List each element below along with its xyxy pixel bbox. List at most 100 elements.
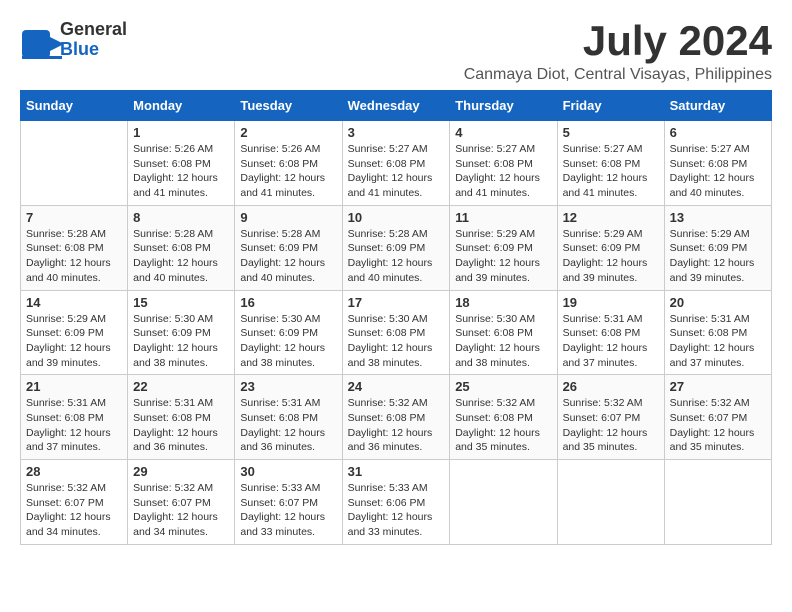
day-number: 30 — [240, 464, 336, 479]
logo-icon — [20, 22, 56, 58]
calendar-cell: 15 Sunrise: 5:30 AMSunset: 6:09 PMDayligh… — [128, 290, 235, 375]
month-title: July 2024 — [464, 20, 772, 62]
calendar-cell: 2 Sunrise: 5:26 AMSunset: 6:08 PMDaylight… — [235, 121, 342, 206]
cell-content: Sunrise: 5:33 AMSunset: 6:06 PMDaylight:… — [348, 481, 445, 540]
calendar-cell: 8 Sunrise: 5:28 AMSunset: 6:08 PMDaylight… — [128, 205, 235, 290]
cell-content: Sunrise: 5:27 AMSunset: 6:08 PMDaylight:… — [455, 142, 551, 201]
cell-content: Sunrise: 5:30 AMSunset: 6:09 PMDaylight:… — [240, 312, 336, 371]
page-header: General Blue July 2024 Canmaya Diot, Cen… — [20, 20, 772, 84]
calendar-cell: 12 Sunrise: 5:29 AMSunset: 6:09 PMDayligh… — [557, 205, 664, 290]
day-number: 12 — [563, 210, 659, 225]
header-friday: Friday — [557, 91, 664, 121]
calendar-cell: 16 Sunrise: 5:30 AMSunset: 6:09 PMDayligh… — [235, 290, 342, 375]
day-number: 16 — [240, 295, 336, 310]
calendar-cell: 13 Sunrise: 5:29 AMSunset: 6:09 PMDayligh… — [664, 205, 771, 290]
calendar-cell: 23Sunrise: 5:31 AMSunset: 6:08 PMDayligh… — [235, 375, 342, 460]
calendar-cell: 1 Sunrise: 5:26 AMSunset: 6:08 PMDaylight… — [128, 121, 235, 206]
cell-content: Sunrise: 5:30 AMSunset: 6:08 PMDaylight:… — [455, 312, 551, 371]
cell-content: Sunrise: 5:29 AMSunset: 6:09 PMDaylight:… — [563, 227, 659, 286]
header-thursday: Thursday — [450, 91, 557, 121]
cell-content: Sunrise: 5:27 AMSunset: 6:08 PMDaylight:… — [563, 142, 659, 201]
cell-content: Sunrise: 5:31 AMSunset: 6:08 PMDaylight:… — [133, 396, 229, 455]
calendar-cell: 31 Sunrise: 5:33 AMSunset: 6:06 PMDayligh… — [342, 460, 450, 545]
day-number: 31 — [348, 464, 445, 479]
calendar-cell: 26 Sunrise: 5:32 AMSunset: 6:07 PMDayligh… — [557, 375, 664, 460]
day-number: 8 — [133, 210, 229, 225]
day-number: 9 — [240, 210, 336, 225]
cell-content: Sunrise: 5:32 AMSunset: 6:07 PMDaylight:… — [670, 396, 766, 455]
calendar-week-2: 7 Sunrise: 5:28 AMSunset: 6:08 PMDaylight… — [21, 205, 772, 290]
calendar-cell: 20Sunrise: 5:31 AMSunset: 6:08 PMDayligh… — [664, 290, 771, 375]
cell-content: Sunrise: 5:28 AMSunset: 6:08 PMDaylight:… — [133, 227, 229, 286]
day-number: 21 — [26, 379, 122, 394]
day-number: 25 — [455, 379, 551, 394]
day-number: 19 — [563, 295, 659, 310]
cell-content: Sunrise: 5:28 AMSunset: 6:08 PMDaylight:… — [26, 227, 122, 286]
calendar-table: SundayMondayTuesdayWednesdayThursdayFrid… — [20, 90, 772, 545]
header-monday: Monday — [128, 91, 235, 121]
cell-content: Sunrise: 5:29 AMSunset: 6:09 PMDaylight:… — [455, 227, 551, 286]
cell-content: Sunrise: 5:26 AMSunset: 6:08 PMDaylight:… — [240, 142, 336, 201]
cell-content: Sunrise: 5:32 AMSunset: 6:07 PMDaylight:… — [26, 481, 122, 540]
cell-content: Sunrise: 5:29 AMSunset: 6:09 PMDaylight:… — [26, 312, 122, 371]
day-number: 22 — [133, 379, 229, 394]
day-number: 23 — [240, 379, 336, 394]
header-tuesday: Tuesday — [235, 91, 342, 121]
calendar-cell: 4 Sunrise: 5:27 AMSunset: 6:08 PMDaylight… — [450, 121, 557, 206]
calendar-cell: 29Sunrise: 5:32 AMSunset: 6:07 PMDayligh… — [128, 460, 235, 545]
cell-content: Sunrise: 5:31 AMSunset: 6:08 PMDaylight:… — [563, 312, 659, 371]
calendar-cell: 3Sunrise: 5:27 AMSunset: 6:08 PMDaylight… — [342, 121, 450, 206]
calendar-cell — [450, 460, 557, 545]
location-title: Canmaya Diot, Central Visayas, Philippin… — [464, 66, 772, 84]
cell-content: Sunrise: 5:28 AMSunset: 6:09 PMDaylight:… — [240, 227, 336, 286]
title-area: July 2024 Canmaya Diot, Central Visayas,… — [464, 20, 772, 84]
calendar-cell: 28Sunrise: 5:32 AMSunset: 6:07 PMDayligh… — [21, 460, 128, 545]
calendar-cell: 5 Sunrise: 5:27 AMSunset: 6:08 PMDaylight… — [557, 121, 664, 206]
day-number: 15 — [133, 295, 229, 310]
day-number: 5 — [563, 125, 659, 140]
calendar-cell: 14 Sunrise: 5:29 AMSunset: 6:09 PMDayligh… — [21, 290, 128, 375]
logo-text: General Blue — [60, 20, 127, 60]
cell-content: Sunrise: 5:30 AMSunset: 6:09 PMDaylight:… — [133, 312, 229, 371]
day-number: 6 — [670, 125, 766, 140]
calendar-week-4: 21 Sunrise: 5:31 AMSunset: 6:08 PMDayligh… — [21, 375, 772, 460]
calendar-cell: 22 Sunrise: 5:31 AMSunset: 6:08 PMDayligh… — [128, 375, 235, 460]
header-wednesday: Wednesday — [342, 91, 450, 121]
calendar-cell: 27 Sunrise: 5:32 AMSunset: 6:07 PMDayligh… — [664, 375, 771, 460]
calendar-week-5: 28Sunrise: 5:32 AMSunset: 6:07 PMDayligh… — [21, 460, 772, 545]
day-number: 7 — [26, 210, 122, 225]
day-number: 27 — [670, 379, 766, 394]
day-number: 1 — [133, 125, 229, 140]
calendar-cell: 25 Sunrise: 5:32 AMSunset: 6:08 PMDayligh… — [450, 375, 557, 460]
day-number: 20 — [670, 295, 766, 310]
day-number: 4 — [455, 125, 551, 140]
calendar-cell — [664, 460, 771, 545]
calendar-cell: 18 Sunrise: 5:30 AMSunset: 6:08 PMDayligh… — [450, 290, 557, 375]
cell-content: Sunrise: 5:32 AMSunset: 6:07 PMDaylight:… — [133, 481, 229, 540]
calendar-cell: 10 Sunrise: 5:28 AMSunset: 6:09 PMDayligh… — [342, 205, 450, 290]
day-number: 10 — [348, 210, 445, 225]
cell-content: Sunrise: 5:28 AMSunset: 6:09 PMDaylight:… — [348, 227, 445, 286]
logo-general-text: General — [60, 20, 127, 40]
cell-content: Sunrise: 5:32 AMSunset: 6:08 PMDaylight:… — [455, 396, 551, 455]
cell-content: Sunrise: 5:30 AMSunset: 6:08 PMDaylight:… — [348, 312, 445, 371]
day-number: 3 — [348, 125, 445, 140]
header-sunday: Sunday — [21, 91, 128, 121]
day-number: 13 — [670, 210, 766, 225]
cell-content: Sunrise: 5:26 AMSunset: 6:08 PMDaylight:… — [133, 142, 229, 201]
calendar-header-row: SundayMondayTuesdayWednesdayThursdayFrid… — [21, 91, 772, 121]
cell-content: Sunrise: 5:32 AMSunset: 6:08 PMDaylight:… — [348, 396, 445, 455]
day-number: 18 — [455, 295, 551, 310]
day-number: 2 — [240, 125, 336, 140]
day-number: 11 — [455, 210, 551, 225]
calendar-cell — [21, 121, 128, 206]
calendar-cell: 6 Sunrise: 5:27 AMSunset: 6:08 PMDaylight… — [664, 121, 771, 206]
day-number: 26 — [563, 379, 659, 394]
cell-content: Sunrise: 5:27 AMSunset: 6:08 PMDaylight:… — [670, 142, 766, 201]
day-number: 14 — [26, 295, 122, 310]
cell-content: Sunrise: 5:32 AMSunset: 6:07 PMDaylight:… — [563, 396, 659, 455]
logo-blue-text: Blue — [60, 40, 127, 60]
cell-content: Sunrise: 5:29 AMSunset: 6:09 PMDaylight:… — [670, 227, 766, 286]
cell-content: Sunrise: 5:31 AMSunset: 6:08 PMDaylight:… — [26, 396, 122, 455]
calendar-cell: 9 Sunrise: 5:28 AMSunset: 6:09 PMDaylight… — [235, 205, 342, 290]
